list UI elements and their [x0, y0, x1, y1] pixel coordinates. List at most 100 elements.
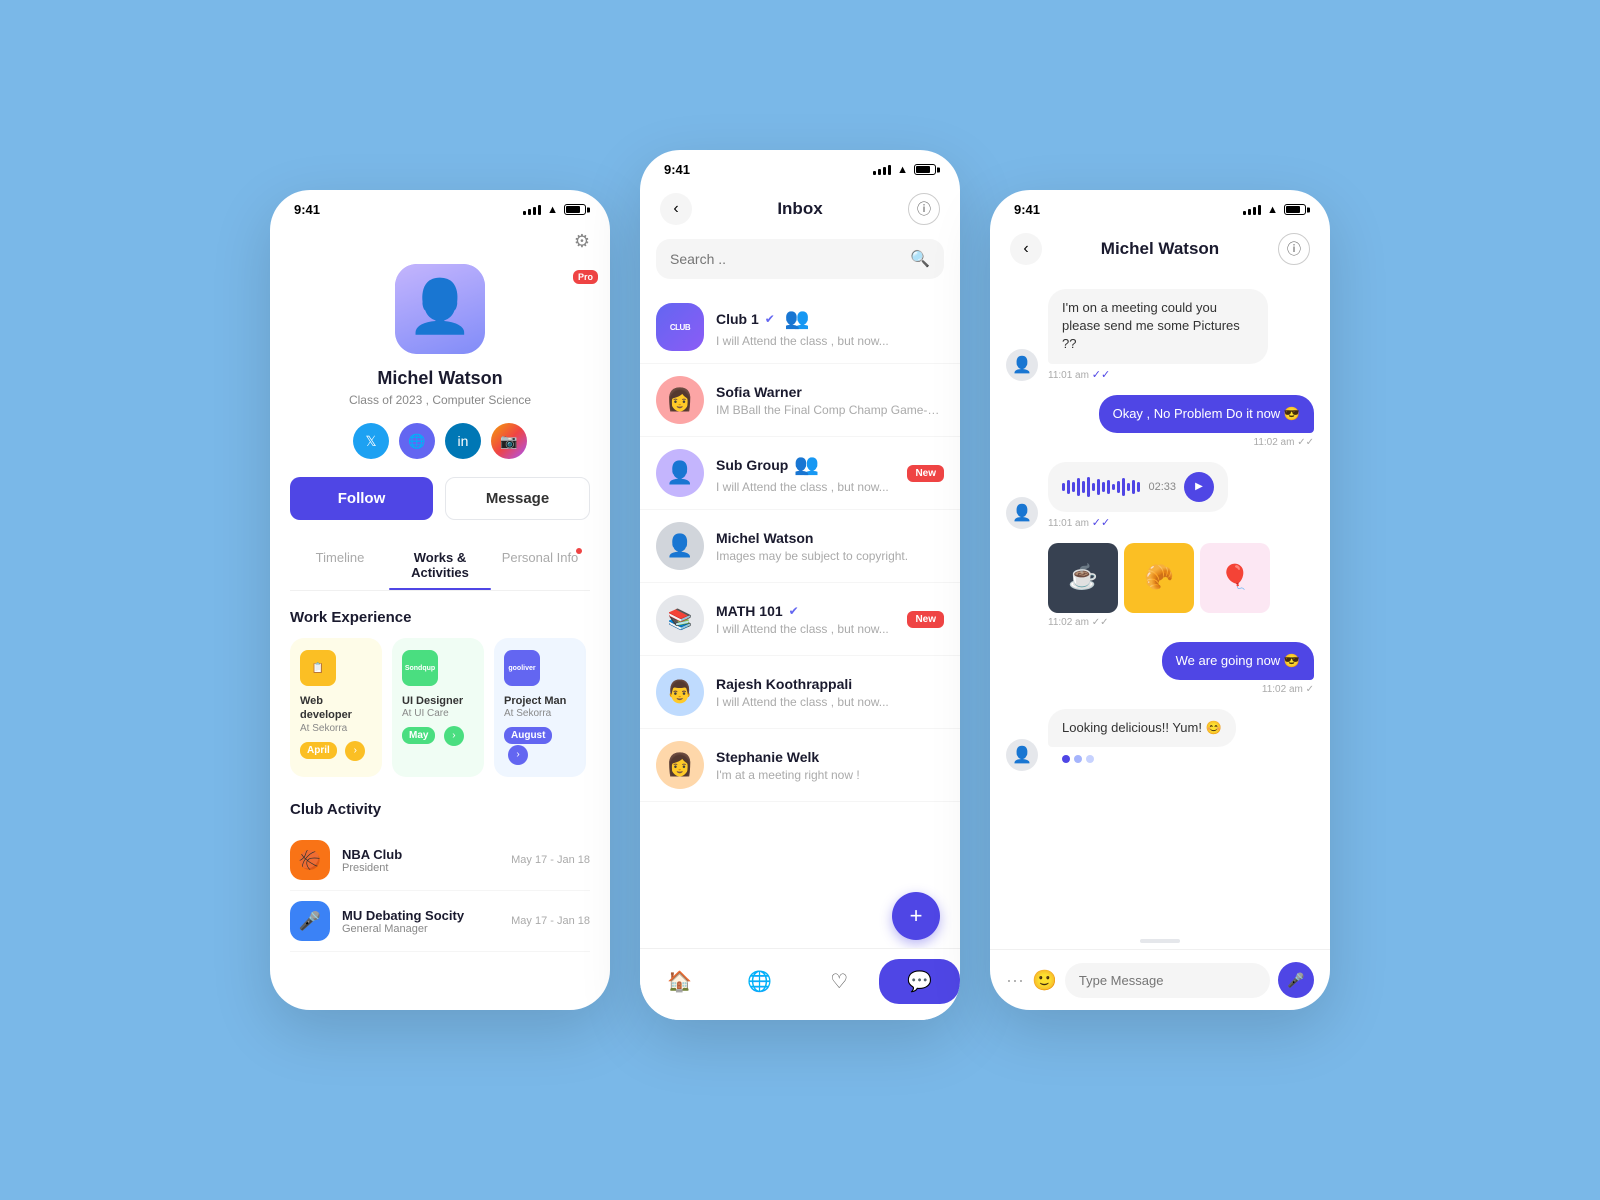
nav-home[interactable]: 🏠: [640, 969, 720, 994]
card-logo-2: Sondqup: [402, 650, 438, 686]
back-button[interactable]: ‹: [660, 193, 692, 225]
inbox-item-stephanie[interactable]: 👩 Stephanie Welk I'm at a meeting right …: [640, 729, 960, 802]
msg-bubble-sent-1: Okay , No Problem Do it now 😎 11:02 am ✓…: [1099, 395, 1314, 448]
profile-content: ⚙ Pro Michel Watson Class of 2023 , Comp…: [270, 223, 610, 972]
nav-globe[interactable]: 🌐: [720, 969, 800, 994]
nav-heart[interactable]: ♡: [799, 969, 879, 994]
status-time-1: 9:41: [294, 202, 320, 217]
club-activity-title: Club Activity: [290, 801, 590, 818]
image-row: ☕ 🥐 🎈: [1048, 543, 1270, 613]
card-role-2: UI Designer: [402, 694, 474, 708]
battery-icon-2: [914, 164, 936, 175]
nav-chat[interactable]: 💬: [879, 959, 960, 1004]
chat-image-1: ☕: [1048, 543, 1118, 613]
nba-name: NBA Club: [342, 847, 499, 862]
stephanie-info: Stephanie Welk I'm at a meeting right no…: [716, 749, 944, 782]
subgroup-new-badge: New: [907, 465, 944, 482]
twitter-button[interactable]: 𝕏: [353, 423, 389, 459]
chat-input[interactable]: [1065, 963, 1270, 998]
notification-dot: [576, 548, 582, 554]
math-new-badge: New: [907, 611, 944, 628]
subgroup-avatars: 👥: [794, 452, 819, 477]
card-arrow-3[interactable]: ›: [508, 745, 528, 765]
emoji-button[interactable]: 🙂: [1032, 968, 1057, 993]
sofia-avatar: 👩: [656, 376, 704, 424]
status-time-2: 9:41: [664, 162, 690, 177]
instagram-button[interactable]: 📷: [491, 423, 527, 459]
inbox-item-math[interactable]: 📚 MATH 101 ✔ I will Attend the class , b…: [640, 583, 960, 656]
chat-info-button[interactable]: ⓘ: [1278, 233, 1310, 265]
chat-image-2: 🥐: [1124, 543, 1194, 613]
wifi-icon-3: ▲: [1267, 204, 1278, 216]
msg-bubble-received-2: Looking delicious!! Yum! 😊: [1048, 709, 1236, 771]
chat-messages: 👤 I'm on a meeting could you please send…: [990, 279, 1330, 939]
msg-text-sent-1: Okay , No Problem Do it now 😎: [1099, 395, 1314, 433]
nba-icon: 🏀: [290, 840, 330, 880]
inbox-header: ‹ Inbox ⓘ: [640, 183, 960, 239]
work-cards: 📋 Web developer At Sekorra April › Sondq…: [290, 638, 590, 777]
math-info: MATH 101 ✔ I will Attend the class , but…: [716, 603, 895, 636]
subgroup-avatar: 👤: [656, 449, 704, 497]
card-month-2: May: [402, 727, 435, 744]
card-company-1: At Sekorra: [300, 723, 372, 734]
signal-icon-3: [1243, 205, 1261, 215]
nba-info: NBA Club President: [342, 847, 499, 874]
gear-icon[interactable]: ⚙: [574, 231, 590, 252]
club1-verified: ✔: [765, 312, 775, 326]
club1-preview: I will Attend the class , but now...: [716, 334, 944, 348]
images-wrapper: ☕ 🥐 🎈 11:02 am ✓✓: [1048, 543, 1270, 628]
club1-group-avatars: 👥: [785, 306, 810, 331]
msg-received-2: 👤 Looking delicious!! Yum! 😊: [1006, 709, 1314, 771]
work-card-1: 📋 Web developer At Sekorra April ›: [290, 638, 382, 777]
card-arrow-2[interactable]: ›: [444, 726, 464, 746]
follow-button[interactable]: Follow: [290, 477, 433, 520]
inbox-item-club1[interactable]: CLUB Club 1 ✔ 👥 I will Attend the class …: [640, 291, 960, 364]
phones-container: 9:41 ▲ ⚙ Pro Michel Watson Class of 2: [270, 180, 1330, 1020]
play-button[interactable]: ▶: [1184, 472, 1214, 502]
msg-avatar-2: 👤: [1006, 739, 1038, 771]
card-logo-1: 📋: [300, 650, 336, 686]
msg-time-1: 11:01 am ✓✓: [1048, 368, 1268, 381]
card-arrow-1[interactable]: ›: [345, 741, 365, 761]
tab-timeline[interactable]: Timeline: [290, 540, 390, 590]
inbox-title: Inbox: [777, 199, 822, 219]
mu-name: MU Debating Socity: [342, 908, 499, 923]
mic-button[interactable]: 🎤: [1278, 962, 1314, 998]
inbox-item-michel[interactable]: 👤 Michel Watson Images may be subject to…: [640, 510, 960, 583]
nav-chat-active[interactable]: 💬: [879, 959, 960, 1004]
fab-compose[interactable]: +: [892, 892, 940, 940]
status-time-3: 9:41: [1014, 202, 1040, 217]
club-item-nba: 🏀 NBA Club President May 17 - Jan 18: [290, 830, 590, 891]
search-bar: 🔍: [656, 239, 944, 279]
web-button[interactable]: 🌐: [399, 423, 435, 459]
profile-class: Class of 2023 , Computer Science: [290, 393, 590, 407]
msg-time-sent-1: 11:02 am ✓✓: [1099, 437, 1314, 448]
profile-name: Michel Watson: [290, 368, 590, 389]
mu-icon: 🎤: [290, 901, 330, 941]
card-role-1: Web developer: [300, 694, 372, 723]
chat-back-button[interactable]: ‹: [1010, 233, 1042, 265]
info-button[interactable]: ⓘ: [908, 193, 940, 225]
math-verified: ✔: [789, 604, 799, 618]
status-icons-3: ▲: [1243, 204, 1306, 216]
msg-audio-wrapper: 02:33 ▶ 11:01 am ✓✓: [1048, 462, 1228, 529]
michel-preview: Images may be subject to copyright.: [716, 549, 944, 563]
subgroup-info: Sub Group 👥 I will Attend the class , bu…: [716, 452, 895, 494]
msg-images: ☕ 🥐 🎈 11:02 am ✓✓: [1006, 543, 1314, 628]
message-button[interactable]: Message: [445, 477, 590, 520]
more-button[interactable]: ···: [1006, 970, 1024, 991]
work-card-2: Sondqup UI Designer At UI Care May ›: [392, 638, 484, 777]
tab-works-activities[interactable]: Works & Activities: [390, 540, 490, 590]
msg-avatar-1: 👤: [1006, 349, 1038, 381]
rajesh-avatar: 👨: [656, 668, 704, 716]
search-input[interactable]: [670, 251, 902, 267]
msg-time-audio: 11:01 am ✓✓: [1048, 516, 1228, 529]
linkedin-button[interactable]: in: [445, 423, 481, 459]
inbox-item-subgroup[interactable]: 👤 Sub Group 👥 I will Attend the class , …: [640, 437, 960, 510]
club1-info: Club 1 ✔ 👥 I will Attend the class , but…: [716, 306, 944, 348]
tab-personal-info[interactable]: Personal Info: [490, 540, 590, 590]
status-icons-2: ▲: [873, 164, 936, 176]
inbox-item-sofia[interactable]: 👩 Sofia Warner IM BBall the Final Comp C…: [640, 364, 960, 437]
inbox-item-rajesh[interactable]: 👨 Rajesh Koothrappali I will Attend the …: [640, 656, 960, 729]
rajesh-info: Rajesh Koothrappali I will Attend the cl…: [716, 676, 944, 709]
